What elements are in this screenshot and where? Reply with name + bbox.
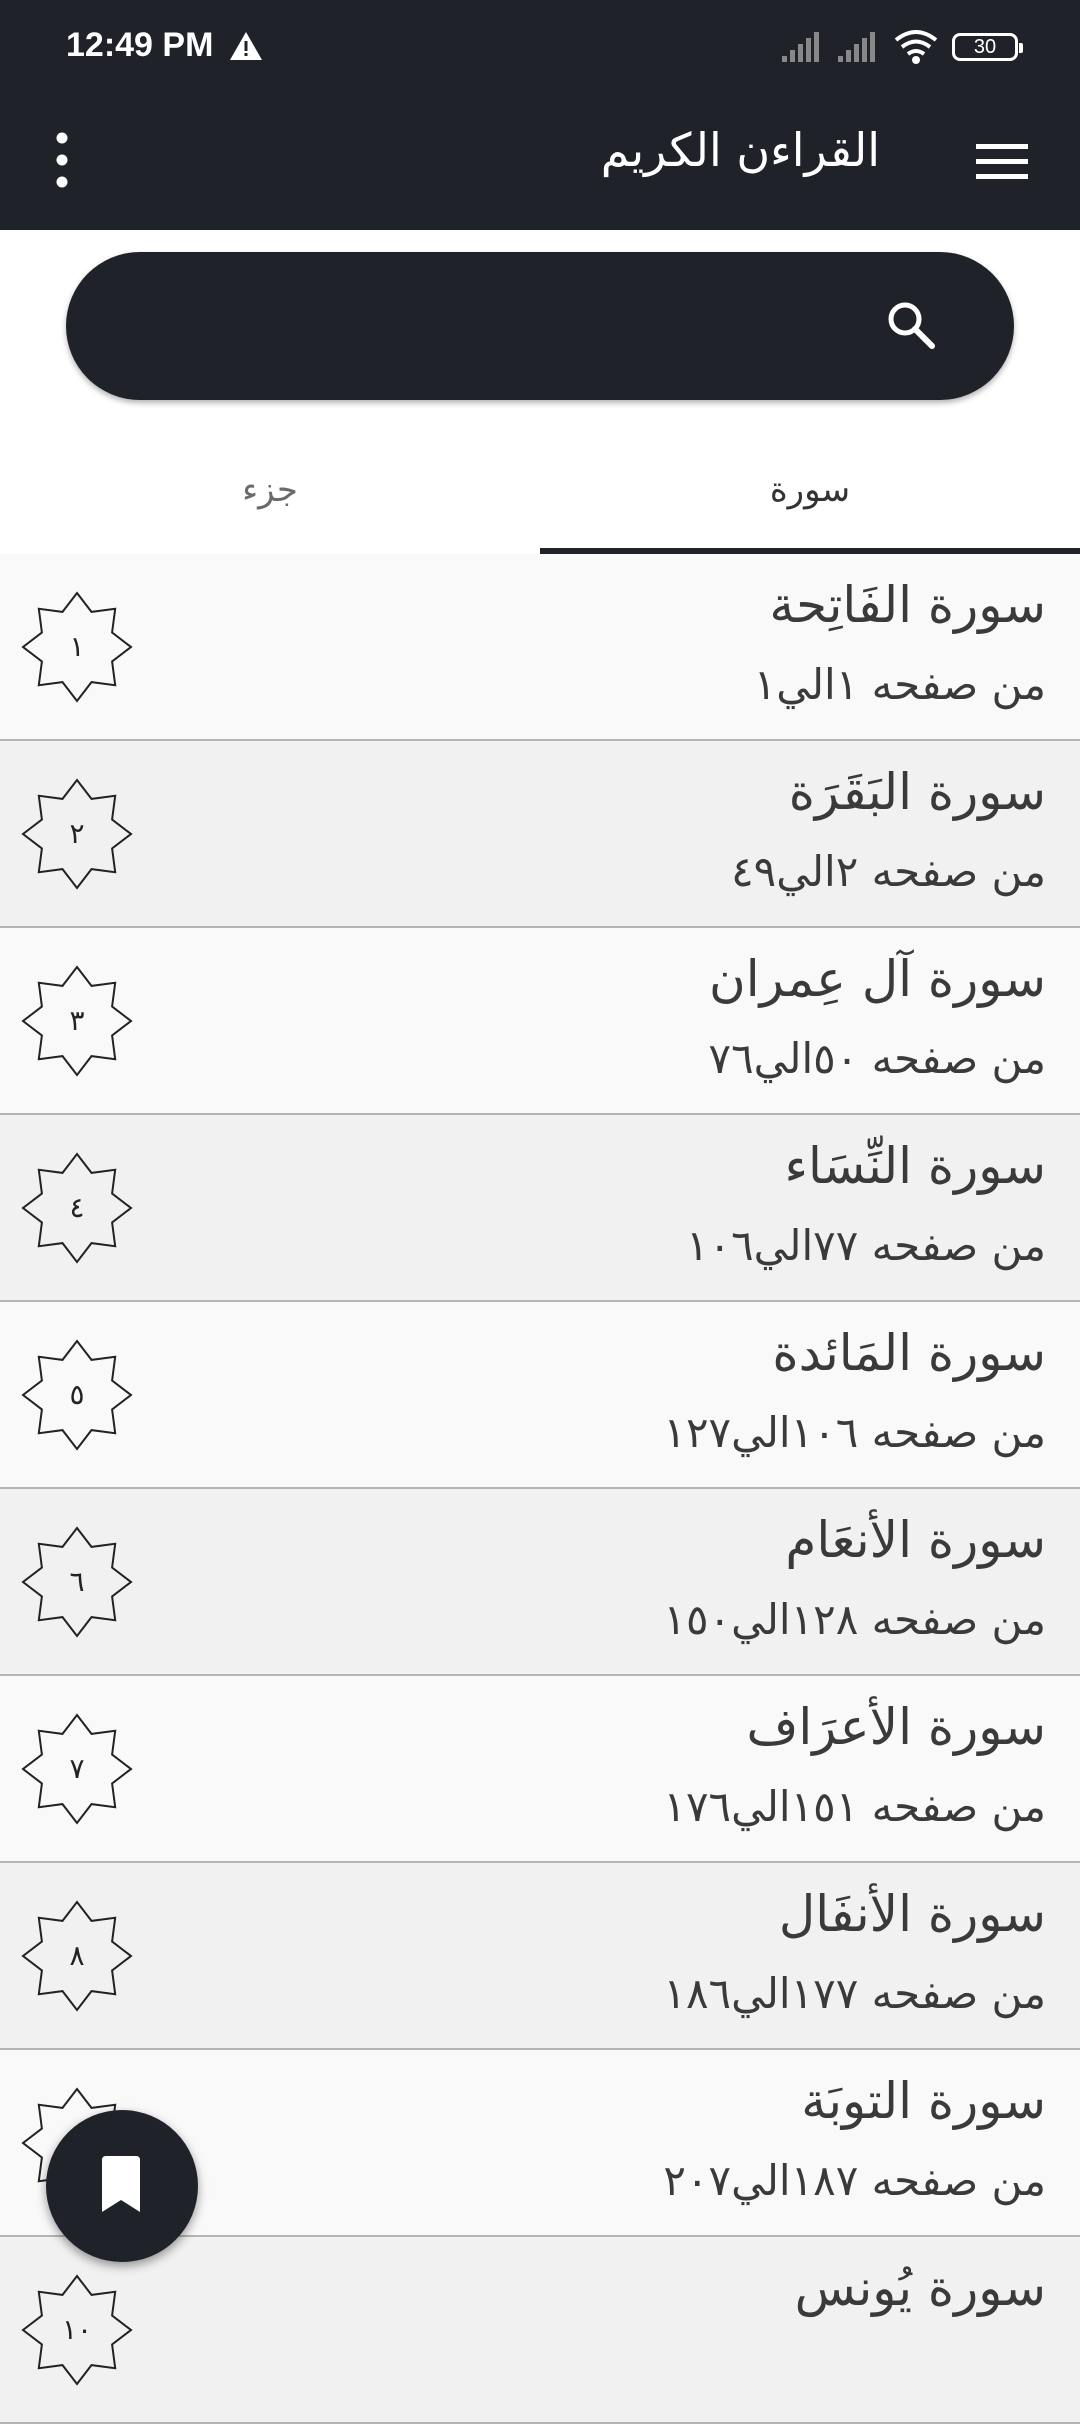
surah-page-range: من صفحه ١٧٧الي١٨٦ <box>663 1969 1046 2018</box>
surah-number: ٦ <box>69 1565 85 1598</box>
surah-row[interactable]: ٢ سورة البَقَرَة من صفحه ٢الي٤٩ <box>0 741 1080 928</box>
surah-name: سورة المَائدة <box>772 1324 1046 1382</box>
tab-surah[interactable]: سورة <box>540 430 1080 554</box>
surah-page-range: من صفحه ١٢٨الي١٥٠ <box>663 1595 1046 1644</box>
search-icon[interactable] <box>884 298 938 352</box>
surah-row[interactable]: ٧ سورة الأعرَاف من صفحه ١٥١الي١٧٦ <box>0 1676 1080 1863</box>
app-title: القراءن الكريم <box>600 123 880 177</box>
surah-name: سورة الفَاتِحة <box>769 576 1046 634</box>
search-input[interactable] <box>126 292 890 362</box>
battery-icon: 30 <box>952 33 1023 61</box>
tab-bar: جزء سورة <box>0 430 1080 554</box>
surah-number: ٢ <box>69 817 85 850</box>
cell-signal-2-icon <box>838 32 875 62</box>
tab-juz[interactable]: جزء <box>0 430 540 554</box>
surah-number: ٤ <box>69 1191 85 1224</box>
bookmark-icon <box>102 2156 140 2212</box>
search-bar[interactable] <box>66 252 1014 400</box>
app-bar: القراءن الكريم <box>0 95 1080 230</box>
surah-page-range: من صفحه ٧٧الي١٠٦ <box>685 1221 1046 1270</box>
surah-page-range: من صفحه ١٥١الي١٧٦ <box>663 1782 1046 1831</box>
surah-name: سورة البَقَرَة <box>788 763 1046 821</box>
surah-row[interactable]: ٤ سورة النِّسَاء من صفحه ٧٧الي١٠٦ <box>0 1115 1080 1302</box>
more-options-icon[interactable] <box>40 125 84 195</box>
surah-row[interactable]: ٣ سورة آل عِمران من صفحه ٥٠الي٧٦ <box>0 928 1080 1115</box>
surah-row[interactable]: ١٠ سورة يُونس <box>0 2237 1080 2424</box>
surah-row[interactable]: ١ سورة الفَاتِحة من صفحه ١الي١ <box>0 554 1080 741</box>
surah-name: سورة الأنعَام <box>785 1511 1046 1569</box>
bookmark-button[interactable] <box>46 2110 198 2262</box>
surah-page-range: من صفحه ١٨٧الي٢٠٧ <box>663 2156 1046 2205</box>
surah-name: سورة يُونس <box>794 2259 1046 2317</box>
cell-signal-icon <box>782 32 819 62</box>
surah-page-range: من صفحه ١٠٦الي١٢٧ <box>663 1408 1046 1457</box>
surah-number: ٥ <box>69 1378 85 1411</box>
surah-name: سورة الأعرَاف <box>746 1698 1046 1756</box>
surah-number: ١ <box>69 630 85 663</box>
surah-row[interactable]: ٨ سورة الأنفَال من صفحه ١٧٧الي١٨٦ <box>0 1863 1080 2050</box>
surah-page-range: من صفحه ١الي١ <box>753 660 1046 709</box>
status-bar: 12:49 PM 30 <box>0 0 1080 95</box>
surah-number: ٣ <box>69 1004 85 1037</box>
surah-row[interactable]: ٦ سورة الأنعَام من صفحه ١٢٨الي١٥٠ <box>0 1489 1080 1676</box>
surah-number: ٨ <box>69 1939 85 1972</box>
status-time: 12:49 PM <box>66 26 214 64</box>
surah-name: سورة آل عِمران <box>708 950 1046 1008</box>
surah-number: ١٠ <box>61 2313 93 2346</box>
surah-name: سورة التوبَة <box>801 2072 1046 2130</box>
warning-icon <box>230 32 262 60</box>
surah-row[interactable]: ٥ سورة المَائدة من صفحه ١٠٦الي١٢٧ <box>0 1302 1080 1489</box>
surah-name: سورة الأنفَال <box>778 1885 1046 1943</box>
surah-page-range: من صفحه ٢الي٤٩ <box>731 847 1046 896</box>
wifi-icon <box>894 30 938 64</box>
surah-number: ٧ <box>69 1752 85 1785</box>
surah-name: سورة النِّسَاء <box>784 1137 1046 1195</box>
surah-page-range: من صفحه ٥٠الي٧٦ <box>708 1034 1046 1083</box>
menu-icon[interactable] <box>972 135 1032 189</box>
